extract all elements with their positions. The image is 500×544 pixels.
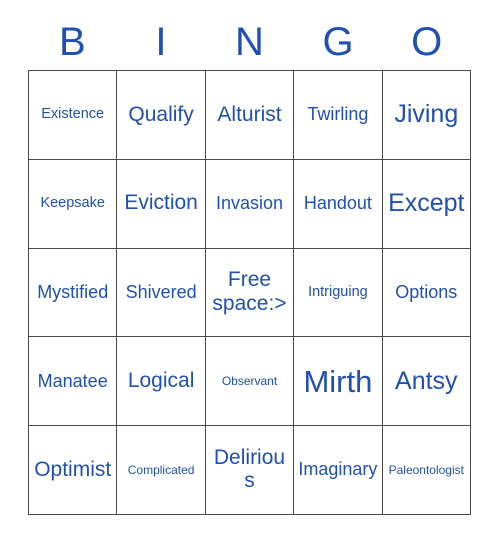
bingo-cell[interactable]: Logical: [117, 337, 206, 427]
bingo-grid: Existence Qualify Alturist Twirling Jivi…: [28, 70, 471, 515]
bingo-cell[interactable]: Intriguing: [294, 248, 383, 338]
bingo-cell-label: Paleontologist: [388, 462, 464, 477]
bingo-cell[interactable]: Optimist: [29, 426, 118, 515]
bingo-cell[interactable]: Complicated: [117, 426, 206, 515]
bingo-cell-label: Eviction: [124, 191, 198, 215]
bingo-header-letter-g: G: [322, 20, 354, 64]
bingo-cell-label: Complicated: [127, 462, 195, 477]
bingo-cell[interactable]: Options: [382, 248, 471, 338]
bingo-cell-label: Intriguing: [308, 283, 368, 300]
bingo-cell-label: Optimist: [34, 457, 112, 481]
bingo-header-letter-o: O: [411, 20, 443, 64]
bingo-cell[interactable]: Twirling: [294, 71, 383, 160]
bingo-cell[interactable]: Handout: [294, 159, 383, 249]
bingo-card: B I N G O Existence Qualify Alturist Twi…: [0, 0, 500, 544]
bingo-cell-label: Logical: [127, 368, 195, 392]
bingo-cell-label: Except: [388, 189, 465, 218]
bingo-cell[interactable]: Paleontologist: [382, 426, 471, 515]
bingo-header-row: B I N G O: [28, 14, 471, 70]
bingo-cell-label: Handout: [303, 192, 372, 213]
bingo-cell-label: Delirious: [213, 446, 286, 493]
bingo-cell-label: Imaginary: [298, 459, 378, 480]
bingo-free-space-cell[interactable]: Free space:>: [205, 248, 295, 338]
bingo-cell-label: Observant: [221, 373, 278, 388]
bingo-cell[interactable]: Mystified: [29, 248, 118, 338]
bingo-header-letter-n: N: [235, 20, 264, 64]
bingo-cell[interactable]: Delirious: [205, 426, 295, 515]
bingo-cell[interactable]: Antsy: [382, 337, 471, 427]
bingo-free-space-label: Free space:>: [212, 268, 287, 316]
bingo-cell-label: Mirth: [303, 363, 373, 399]
bingo-cell[interactable]: Manatee: [29, 337, 118, 427]
bingo-cell-label: Mystified: [37, 281, 109, 302]
bingo-cell-label: Invasion: [215, 192, 284, 213]
bingo-cell[interactable]: Mirth: [294, 337, 383, 427]
bingo-cell[interactable]: Qualify: [117, 71, 206, 160]
bingo-cell[interactable]: Jiving: [382, 71, 471, 160]
bingo-cell-label: Jiving: [394, 100, 459, 129]
bingo-cell-label: Twirling: [307, 104, 369, 125]
bingo-cell-label: Alturist: [217, 102, 282, 126]
bingo-cell[interactable]: Keepsake: [29, 159, 118, 249]
bingo-cell[interactable]: Except: [382, 159, 471, 249]
bingo-cell[interactable]: Existence: [29, 71, 118, 160]
bingo-header-letter-b: B: [58, 20, 86, 64]
bingo-cell-label: Qualify: [128, 102, 194, 126]
bingo-cell-label: Shivered: [125, 281, 197, 302]
bingo-cell-label: Keepsake: [40, 194, 105, 211]
bingo-cell-label: Options: [395, 281, 458, 302]
bingo-cell-label: Antsy: [395, 366, 458, 395]
bingo-cell-label: Existence: [41, 106, 105, 123]
bingo-cell[interactable]: Invasion: [205, 159, 295, 249]
bingo-cell[interactable]: Shivered: [117, 248, 206, 338]
bingo-cell[interactable]: Imaginary: [294, 426, 383, 515]
bingo-cell-label: Manatee: [37, 370, 108, 391]
bingo-header-letter-i: I: [155, 20, 167, 64]
bingo-cell[interactable]: Eviction: [117, 159, 206, 249]
bingo-cell[interactable]: Alturist: [205, 71, 295, 160]
bingo-cell[interactable]: Observant: [205, 337, 295, 427]
